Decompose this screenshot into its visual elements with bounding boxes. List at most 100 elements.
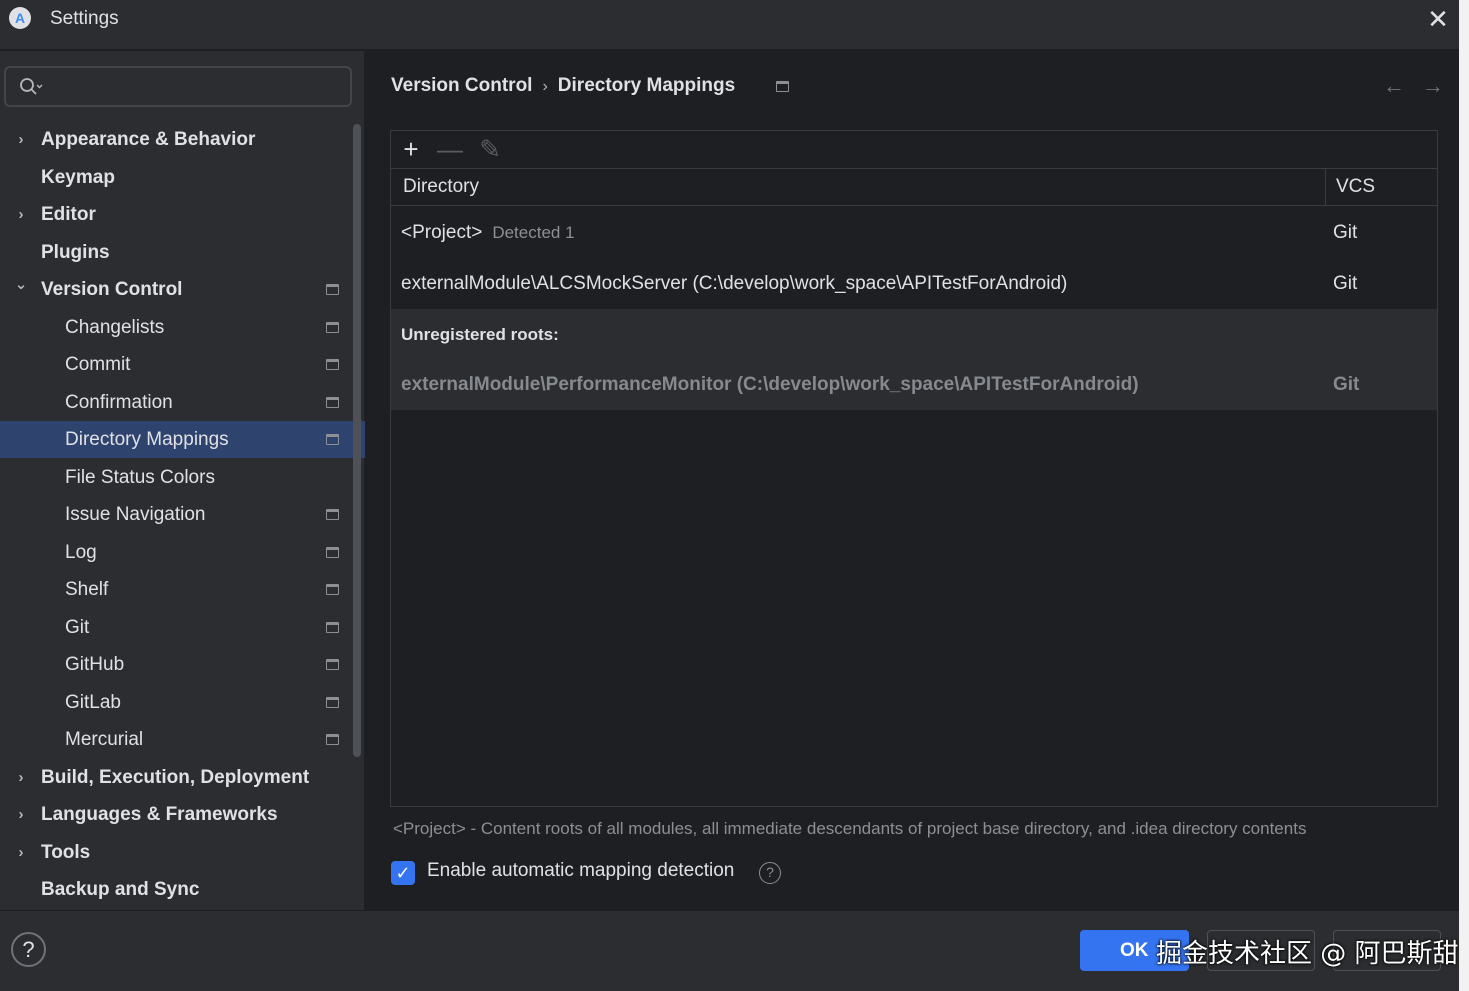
sidebar-item-tools[interactable]: › Tools [0, 834, 365, 871]
column-divider[interactable] [1325, 169, 1326, 205]
background-window-edge [1459, 0, 1469, 991]
sidebar-item-label: Keymap [41, 166, 115, 188]
sidebar-item-git[interactable]: Git [0, 609, 365, 646]
detected-note: Detected 1 [492, 223, 575, 242]
title-bar: A Settings ✕ [0, 0, 1469, 50]
sidebar-item-keymap[interactable]: Keymap [0, 159, 365, 196]
sidebar-item-mercurial[interactable]: Mercurial [0, 721, 365, 758]
directory-mappings-table: + — ✎ Directory VCS <Project> Detected 1 … [390, 130, 1438, 807]
edit-mapping-button[interactable]: ✎ [477, 135, 503, 163]
sidebar-item-label: Git [65, 616, 90, 638]
sidebar-item-file-status-colors[interactable]: File Status Colors [0, 459, 365, 496]
column-header-directory[interactable]: Directory [403, 169, 479, 205]
sidebar-item-directory-mappings[interactable]: Directory Mappings [0, 421, 365, 458]
back-arrow-icon[interactable]: ← [1383, 73, 1405, 99]
unregistered-roots-section: Unregistered roots: externalModule\Perfo… [391, 309, 1437, 410]
unregistered-root-row[interactable]: externalModule\PerformanceMonitor (C:\de… [391, 359, 1437, 410]
sidebar-item-backup-and-sync[interactable]: Backup and Sync [0, 871, 365, 908]
chevron-right-icon[interactable]: › [13, 759, 29, 796]
sidebar-item-label: Tools [41, 841, 91, 863]
sidebar-item-label: Confirmation [65, 391, 173, 413]
auto-detect-checkbox[interactable]: ✓ [391, 861, 415, 885]
row-vcs: Git [1333, 273, 1358, 294]
sidebar-item-confirmation[interactable]: Confirmation [0, 384, 365, 421]
project-level-icon [326, 359, 339, 370]
search-box[interactable] [4, 66, 352, 107]
project-level-icon [326, 284, 339, 295]
project-level-icon [326, 321, 339, 333]
project-level-icon [326, 434, 339, 445]
sidebar-item-appearance-behavior[interactable]: › Appearance & Behavior [0, 121, 365, 158]
column-header-vcs[interactable]: VCS [1336, 169, 1375, 205]
forward-arrow-icon[interactable]: → [1422, 73, 1444, 99]
sidebar-item-plugins[interactable]: Plugins [0, 234, 365, 271]
sidebar-item-label: Version Control [41, 279, 183, 300]
chevron-right-icon[interactable]: › [13, 796, 29, 833]
project-level-icon [326, 396, 339, 408]
project-level-icon [326, 621, 339, 633]
sidebar-item-label: Mercurial [65, 729, 144, 750]
close-icon[interactable]: ✕ [1424, 6, 1452, 34]
question-circle-icon[interactable]: ? [759, 862, 781, 884]
row-directory: externalModule\ALCSMockServer (C:\develo… [401, 273, 1068, 294]
sidebar-item-languages-frameworks[interactable]: › Languages & Frameworks [0, 796, 365, 833]
settings-sidebar: › Appearance & Behavior Keymap › Editor Plugi… [0, 51, 365, 910]
table-row[interactable]: externalModule\ALCSMockServer (C:\develo… [391, 258, 1437, 309]
row-vcs: Git [1333, 222, 1358, 243]
sidebar-item-label: Build, Execution, Deployment [41, 766, 310, 788]
sidebar-item-label: Directory Mappings [65, 429, 229, 450]
project-level-icon [326, 696, 339, 708]
chevron-right-icon[interactable]: › [13, 121, 29, 158]
remove-mapping-button[interactable]: — [437, 135, 463, 163]
sidebar-item-label: Plugins [41, 241, 110, 263]
settings-content: Version Control › Directory Mappings ← → +… [366, 51, 1469, 910]
sidebar-item-issue-navigation[interactable]: Issue Navigation [0, 496, 365, 533]
add-mapping-button[interactable]: + [398, 135, 424, 163]
sidebar-item-label: Backup and Sync [41, 879, 200, 900]
project-level-icon [326, 659, 339, 670]
project-level-icon [326, 509, 339, 520]
sidebar-item-label: Commit [65, 354, 131, 375]
project-level-icon [776, 81, 789, 92]
table-toolbar: + — ✎ [391, 131, 1437, 168]
sidebar-item-shelf[interactable]: Shelf [0, 571, 365, 608]
help-button[interactable]: ? [11, 932, 46, 967]
dialog-footer: ? OK 掘金技术社区 @ 阿巴斯甜 [0, 910, 1469, 991]
sidebar-item-version-control[interactable]: ⌄ Version Control [0, 271, 365, 308]
sidebar-item-label: File Status Colors [65, 466, 215, 488]
sidebar-item-label: Editor [41, 204, 96, 225]
search-input[interactable] [50, 74, 340, 100]
sidebar-item-github[interactable]: GitHub [0, 646, 365, 683]
sidebar-item-editor[interactable]: › Editor [0, 196, 365, 233]
breadcrumb-parent[interactable]: Version Control [391, 75, 532, 96]
breadcrumb-current: Directory Mappings [557, 75, 736, 96]
sidebar-item-label: GitHub [65, 654, 125, 675]
sidebar-scrollbar[interactable] [353, 124, 361, 757]
android-studio-logo-icon: A [9, 7, 31, 29]
project-level-icon [326, 546, 339, 558]
sidebar-item-log[interactable]: Log [0, 534, 365, 571]
unregistered-directory: externalModule\PerformanceMonitor (C:\de… [401, 374, 1139, 395]
project-hint-text: <Project> - Content roots of all modules… [393, 819, 1307, 838]
table-header: Directory VCS [391, 168, 1437, 206]
row-directory-cell: <Project> Detected 1 [401, 207, 575, 258]
sidebar-item-label: GitLab [65, 691, 121, 713]
chevron-right-icon[interactable]: › [13, 196, 29, 233]
sidebar-item-changelists[interactable]: Changelists [0, 309, 365, 346]
sidebar-item-label: Issue Navigation [65, 504, 206, 525]
sidebar-item-commit[interactable]: Commit [0, 346, 365, 383]
watermark: 掘金技术社区 @ 阿巴斯甜 [1156, 939, 1459, 969]
project-level-icon [326, 584, 339, 595]
unregistered-vcs: Git [1333, 374, 1360, 395]
chevron-right-icon[interactable]: › [13, 834, 29, 871]
breadcrumb: Version Control › Directory Mappings [391, 75, 735, 97]
sidebar-item-build-execution-deployment[interactable]: › Build, Execution, Deployment [0, 759, 365, 796]
breadcrumb-separator: › [542, 78, 548, 95]
window-title: Settings [50, 8, 119, 29]
table-row[interactable]: <Project> Detected 1 Git [391, 207, 1437, 258]
auto-detect-label[interactable]: Enable automatic mapping detection [427, 860, 734, 882]
chevron-down-icon[interactable]: ⌄ [13, 266, 29, 303]
sidebar-item-gitlab[interactable]: GitLab [0, 684, 365, 721]
sidebar-item-label: Appearance & Behavior [41, 129, 256, 150]
project-level-icon [326, 734, 339, 745]
